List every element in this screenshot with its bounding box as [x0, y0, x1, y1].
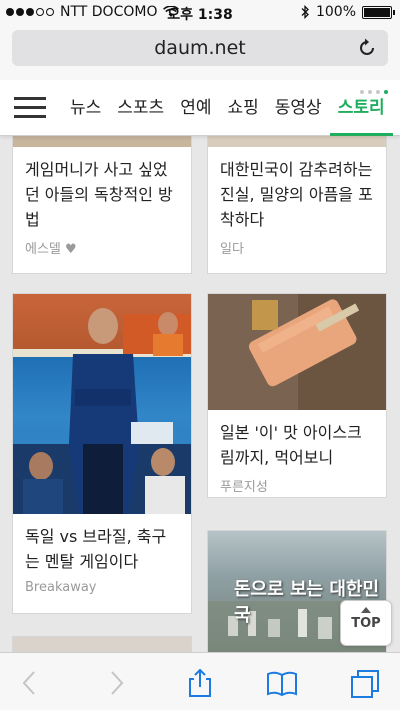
- card-thumbnail: [13, 294, 191, 514]
- tab-shopping[interactable]: 쇼핑: [227, 80, 258, 136]
- card-title: 대한민국이 감추려하는 진실, 밀양의 아픔을 포착하다: [220, 160, 373, 229]
- tabs-icon[interactable]: [350, 667, 382, 699]
- battery-percent: 100%: [315, 4, 356, 20]
- category-nav: 뉴스 스포츠 연예 쇼핑 동영상 스토리: [0, 80, 400, 136]
- arrow-up-icon: [361, 607, 371, 613]
- bookmarks-icon[interactable]: [266, 667, 298, 699]
- story-card[interactable]: 게임머니가 사고 싶었던 아들의 독창적인 방법 에스델 ♥: [12, 126, 192, 274]
- card-source: 푸른지성: [220, 480, 268, 495]
- url-text: daum.net: [154, 37, 246, 59]
- tab-page-indicator: [360, 90, 388, 94]
- card-title: 독일 vs 브라질, 축구는 멘탈 게임이다: [25, 527, 167, 571]
- card-title: 게임머니가 사고 싶었던 아들의 독창적인 방법: [25, 160, 173, 229]
- card-source: 일다: [220, 242, 244, 257]
- page: NTT DOCOMO 오후 1:38 100% daum.net 뉴스 스포츠 …: [0, 0, 400, 710]
- browser-toolbar: [0, 652, 400, 710]
- forward-icon[interactable]: [100, 667, 132, 699]
- tab-news[interactable]: 뉴스: [70, 80, 101, 136]
- reload-icon[interactable]: [356, 37, 378, 59]
- card-thumbnail: [208, 294, 386, 410]
- story-card[interactable]: 일본 '이' 맛 아이스크림까지, 먹어보니 푸른지성: [207, 293, 387, 498]
- tab-sports[interactable]: 스포츠: [117, 80, 164, 136]
- top-label: TOP: [351, 616, 381, 631]
- card-source: 에스델 ♥: [25, 242, 77, 257]
- back-icon[interactable]: [14, 667, 46, 699]
- story-card[interactable]: 독일 vs 브라질, 축구는 멘탈 게임이다 Breakaway: [12, 293, 192, 614]
- status-bar: NTT DOCOMO 오후 1:38 100%: [0, 0, 400, 26]
- story-card[interactable]: 대한민국이 감추려하는 진실, 밀양의 아픔을 포착하다 일다: [207, 126, 387, 274]
- menu-icon[interactable]: [14, 97, 46, 119]
- status-right: 100%: [300, 4, 395, 20]
- scroll-to-top-button[interactable]: TOP: [340, 600, 392, 646]
- category-tabs: 뉴스 스포츠 연예 쇼핑 동영상 스토리: [62, 80, 393, 136]
- battery-fill: [364, 7, 390, 17]
- card-source: Breakaway: [25, 580, 97, 595]
- card-title: 일본 '이' 맛 아이스크림까지, 먹어보니: [220, 423, 362, 467]
- battery-icon: [362, 5, 395, 19]
- bluetooth-icon: [301, 5, 309, 19]
- tab-video[interactable]: 동영상: [275, 80, 322, 136]
- tab-story[interactable]: 스토리: [329, 80, 393, 136]
- share-icon[interactable]: [184, 667, 216, 699]
- address-bar-area: daum.net: [0, 26, 400, 80]
- address-bar[interactable]: daum.net: [12, 30, 388, 66]
- tab-entertainment[interactable]: 연예: [180, 80, 211, 136]
